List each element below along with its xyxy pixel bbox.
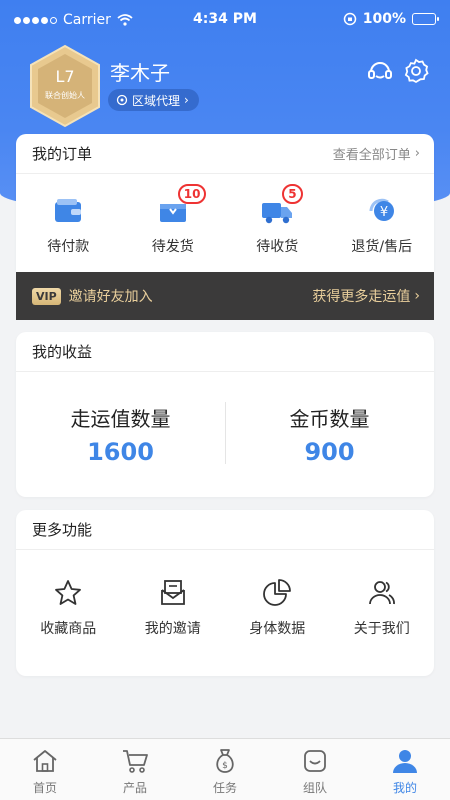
cart-icon [123, 750, 148, 773]
tab-label: 任务 [212, 781, 237, 795]
feature-favorites[interactable]: 收藏商品 [16, 550, 121, 676]
profile-icon [393, 750, 417, 773]
order-label: 退货/售后 [351, 239, 413, 255]
svg-text:¥: ¥ [380, 205, 388, 220]
battery-icon [412, 13, 439, 25]
earning-value: 900 [304, 438, 355, 466]
tab-home[interactable]: 首页 [0, 739, 90, 800]
view-all-label: 查看全部订单 [332, 148, 411, 163]
order-status-row: 待付款 10 待发货 5 待收货 ¥ 退货/售后 [16, 174, 434, 272]
rotation-lock-icon [343, 12, 356, 26]
user-name: 李木子 [110, 61, 170, 85]
invite-mail-icon [160, 580, 185, 605]
feature-label: 关于我们 [353, 621, 410, 637]
star-icon [55, 580, 82, 605]
team-icon [304, 750, 326, 772]
features-title: 更多功能 [32, 521, 93, 539]
role-icon [116, 94, 128, 106]
receipt-count-badge: 5 [282, 184, 303, 204]
home-icon [33, 750, 57, 772]
earning-label: 金币数量 [289, 407, 370, 431]
status-right: 100% [343, 11, 439, 27]
feature-label: 身体数据 [249, 621, 306, 637]
battery-percent: 100% [362, 11, 406, 27]
vip-left: VIP 邀请好友加入 [32, 286, 153, 306]
view-all-orders-link[interactable]: 查看全部订单 › [333, 144, 420, 163]
bottom-tab-bar: 首页 产品 $ 任务 组队 我的 [0, 738, 450, 800]
feature-body-data[interactable]: 身体数据 [225, 550, 330, 676]
earning-value: 1600 [87, 438, 154, 466]
feature-label: 我的邀请 [144, 621, 201, 637]
level-badge[interactable]: L7 联合创始人 [28, 44, 102, 128]
order-label: 待发货 [151, 239, 194, 255]
order-item-refund[interactable]: ¥ 退货/售后 [330, 174, 435, 272]
tab-label: 组队 [302, 781, 327, 795]
chevron-right-icon: › [414, 146, 420, 161]
wallet-icon [55, 199, 82, 222]
tab-team[interactable]: 组队 [270, 739, 360, 800]
shipment-count-badge: 10 [177, 184, 207, 204]
pie-chart-icon [263, 579, 292, 606]
status-bar: Carrier 4:34 PM 100% [0, 0, 450, 40]
tab-label: 首页 [32, 781, 57, 795]
feature-about-us[interactable]: 关于我们 [330, 550, 435, 676]
earnings-card: 我的收益 走运值数量 1600 金币数量 900 [16, 332, 434, 497]
earning-label: 走运值数量 [70, 407, 171, 431]
refund-icon: ¥ [369, 198, 394, 221]
vip-link-label: 获得更多走运值 [312, 289, 411, 305]
money-bag-icon: $ [216, 749, 234, 773]
users-icon [368, 581, 395, 605]
orders-header: 我的订单 查看全部订单 › [16, 134, 434, 174]
tab-me[interactable]: 我的 [360, 739, 450, 800]
features-row: 收藏商品 我的邀请 身体数据 关于我们 [16, 550, 434, 676]
orders-card: 我的订单 查看全部订单 › 待付款 10 待发货 5 待收货 ¥ 退货/售后 [16, 134, 434, 272]
order-label: 待收货 [256, 239, 299, 255]
feature-label: 收藏商品 [40, 621, 97, 637]
vip-text: 邀请好友加入 [68, 289, 153, 305]
tab-label: 产品 [122, 781, 147, 795]
features-card: 更多功能 收藏商品 我的邀请 身体数据 关于我们 [16, 510, 434, 676]
level-title: 联合创始人 [45, 90, 85, 100]
divider [225, 402, 226, 464]
features-header: 更多功能 [16, 510, 434, 550]
earnings-title: 我的收益 [32, 343, 93, 361]
truck-icon-wrap: 5 [260, 184, 303, 228]
orders-title: 我的订单 [32, 145, 93, 163]
vip-link[interactable]: 获得更多走运值 › [312, 286, 420, 306]
tab-tasks[interactable]: $ 任务 [180, 739, 270, 800]
order-item-pending-payment[interactable]: 待付款 [16, 174, 121, 272]
order-label: 待付款 [47, 239, 90, 255]
tab-label: 我的 [392, 781, 417, 795]
earning-luck-points[interactable]: 走运值数量 1600 [16, 403, 225, 466]
settings-icon[interactable] [402, 57, 430, 85]
feature-invitations[interactable]: 我的邀请 [121, 550, 226, 676]
order-item-pending-receipt[interactable]: 5 待收货 [225, 174, 330, 272]
package-icon-wrap: 10 [156, 184, 207, 228]
vip-tag: VIP [32, 287, 61, 305]
role-label: 区域代理 [132, 93, 181, 108]
tab-products[interactable]: 产品 [90, 739, 180, 800]
level-text: L7 [55, 67, 74, 86]
earnings-row: 走运值数量 1600 金币数量 900 [16, 372, 434, 497]
role-badge[interactable]: 区域代理 › [108, 89, 199, 111]
earning-coins[interactable]: 金币数量 900 [225, 403, 434, 466]
svg-text:$: $ [222, 761, 228, 771]
chevron-right-icon: › [184, 93, 189, 107]
customer-service-icon[interactable] [366, 57, 394, 85]
vip-invite-banner[interactable]: VIP 邀请好友加入 获得更多走运值 › [16, 272, 434, 320]
order-item-pending-shipment[interactable]: 10 待发货 [121, 174, 226, 272]
chevron-right-icon: › [414, 288, 420, 304]
earnings-header: 我的收益 [16, 332, 434, 372]
